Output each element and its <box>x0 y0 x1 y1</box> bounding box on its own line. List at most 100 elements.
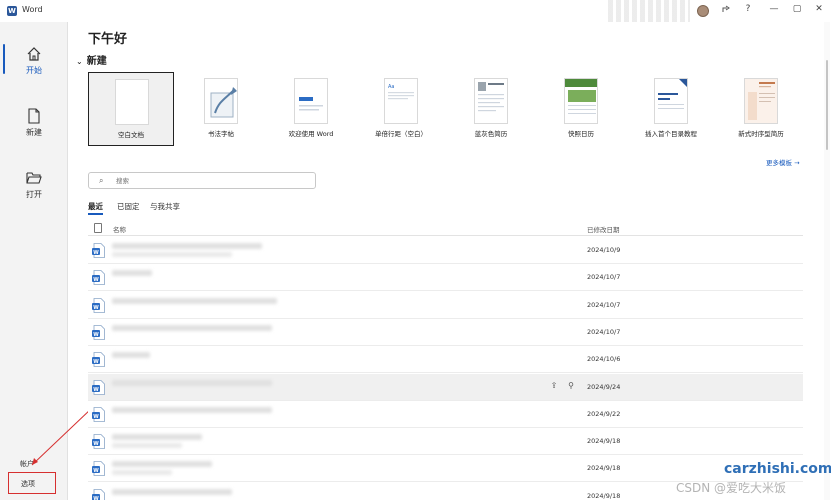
nav-account[interactable]: 帐户 <box>20 459 34 469</box>
svg-text:W: W <box>93 359 99 365</box>
template-label: 新式时序型简历 <box>738 130 784 138</box>
file-row[interactable]: W ⇪ ⚲ 2024/9/24 <box>88 373 803 401</box>
tab-recent[interactable]: 最近 <box>88 201 103 215</box>
word-document-icon: W <box>92 406 105 422</box>
template-blank[interactable]: 空白文档 <box>88 72 174 146</box>
file-row[interactable]: W 2024/9/22 <box>88 400 803 428</box>
file-name-redacted <box>112 243 262 249</box>
share-icon[interactable] <box>718 4 734 17</box>
pin-icon[interactable]: ⚲ <box>565 381 577 390</box>
document-type-icon <box>94 223 102 233</box>
file-path-redacted <box>112 470 172 476</box>
template-thumbnail <box>115 79 149 125</box>
svg-text:W: W <box>93 304 99 310</box>
column-name[interactable]: 名称 <box>113 224 126 234</box>
nav-home-label: 开始 <box>26 66 42 75</box>
minimize-button[interactable]: — <box>766 4 782 14</box>
template-label: 欢迎使用 Word <box>288 130 334 138</box>
word-document-icon: W <box>92 434 105 449</box>
file-name-redacted <box>112 434 202 441</box>
template-label: 单倍行距（空白） <box>375 130 427 138</box>
file-path-redacted <box>112 252 232 257</box>
column-modified-date[interactable]: 已修改日期 <box>587 224 620 234</box>
word-document-icon: W <box>92 379 105 395</box>
tab-pinned[interactable]: 已固定 <box>117 201 140 212</box>
file-row[interactable]: W 2024/10/7 <box>88 291 803 319</box>
svg-text:W: W <box>93 414 99 420</box>
file-modified-date: 2024/9/18 <box>587 437 621 446</box>
tab-shared[interactable]: 与我共享 <box>150 201 180 212</box>
template-welcome-word[interactable]: 欢迎使用 Word <box>268 72 354 146</box>
resume-preview-icon <box>478 82 504 112</box>
word-logo-icon: W <box>7 6 17 16</box>
word-document-icon: W <box>92 297 105 313</box>
nav-new[interactable]: 新建 <box>0 98 68 148</box>
maximize-button[interactable]: ▢ <box>789 4 805 14</box>
left-nav: 开始 新建 打开 帐户 <box>0 22 68 500</box>
share-icon[interactable]: ⇪ <box>548 381 560 390</box>
file-modified-date: 2024/9/18 <box>587 491 621 500</box>
template-thumbnail <box>204 78 238 124</box>
template-label: 书法字帖 <box>208 130 234 138</box>
file-name-redacted <box>112 461 212 468</box>
file-row[interactable]: W 2024/10/7 <box>88 264 803 292</box>
nav-home[interactable]: 开始 <box>0 36 68 86</box>
nav-new-label: 新建 <box>26 128 42 137</box>
word-document-icon: W <box>92 324 105 340</box>
svg-text:W: W <box>93 277 99 283</box>
search-input[interactable] <box>116 175 306 187</box>
template-toc-tutorial[interactable]: 插入首个目录教程 <box>628 72 714 146</box>
greeting-heading: 下午好 <box>88 32 128 47</box>
svg-text:W: W <box>93 495 99 500</box>
template-blue-grey-resume[interactable]: 蓝灰色简历 <box>448 72 534 146</box>
toc-preview-icon <box>658 79 687 109</box>
calligraphy-pen-icon <box>210 87 237 118</box>
scrollbar-thumb[interactable] <box>826 60 828 150</box>
file-row[interactable]: W 2024/10/9 <box>88 237 803 264</box>
word-document-icon: W <box>92 488 105 500</box>
template-single-spaced[interactable]: Aa 单倍行距（空白） <box>358 72 444 146</box>
template-snapshot-calendar[interactable]: 快照日历 <box>538 72 624 146</box>
app-title: Word <box>22 5 43 14</box>
file-path-redacted <box>112 443 182 449</box>
file-row[interactable]: W 2024/9/18 <box>88 428 803 456</box>
account-avatar[interactable] <box>697 5 709 17</box>
calendar-preview-icon <box>565 79 597 114</box>
modern-resume-preview-icon <box>745 79 777 123</box>
template-modern-resume[interactable]: 新式时序型简历 <box>718 72 804 146</box>
template-label: 蓝灰色简历 <box>474 130 508 138</box>
titlebar-decoration <box>608 0 690 22</box>
welcome-word-preview-icon <box>299 97 323 111</box>
word-document-icon: W <box>92 461 105 477</box>
template-thumbnail <box>474 78 508 124</box>
word-document-icon: W <box>92 270 105 286</box>
new-section-heading[interactable]: ⌄ 新建 <box>76 52 107 67</box>
more-templates-link[interactable]: 更多模板 → <box>766 157 800 167</box>
file-modified-date: 2024/10/9 <box>587 246 621 254</box>
home-icon <box>27 47 41 61</box>
template-label: 插入首个目录教程 <box>645 130 697 138</box>
file-list-header: 名称 已修改日期 <box>88 220 803 236</box>
close-button[interactable]: ✕ <box>811 4 827 14</box>
folder-open-icon <box>26 172 42 184</box>
nav-open[interactable]: 打开 <box>0 160 68 210</box>
arrow-right-icon: → <box>794 159 800 167</box>
nav-options-label: 选项 <box>21 480 35 488</box>
template-thumbnail <box>294 78 328 124</box>
file-name-redacted <box>112 352 150 359</box>
search-box[interactable]: ⌕ <box>88 172 316 189</box>
file-name-redacted <box>112 379 272 386</box>
nav-options[interactable]: 选项 <box>8 472 56 494</box>
svg-text:W: W <box>93 441 99 447</box>
csdn-watermark: CSDN @爱吃大米饭 <box>676 481 787 495</box>
template-thumbnail <box>564 78 598 124</box>
file-row[interactable]: W 2024/10/7 <box>88 318 803 346</box>
help-button[interactable]: ? <box>740 4 756 14</box>
svg-text:W: W <box>93 332 99 338</box>
single-spaced-preview-icon: Aa <box>388 84 414 100</box>
title-bar: W Word ? — ▢ ✕ <box>0 0 831 22</box>
template-calligraphy[interactable]: 书法字帖 <box>178 72 264 146</box>
file-row[interactable]: W 2024/10/6 <box>88 346 803 374</box>
svg-text:Aa: Aa <box>388 84 394 90</box>
svg-text:W: W <box>93 468 99 474</box>
